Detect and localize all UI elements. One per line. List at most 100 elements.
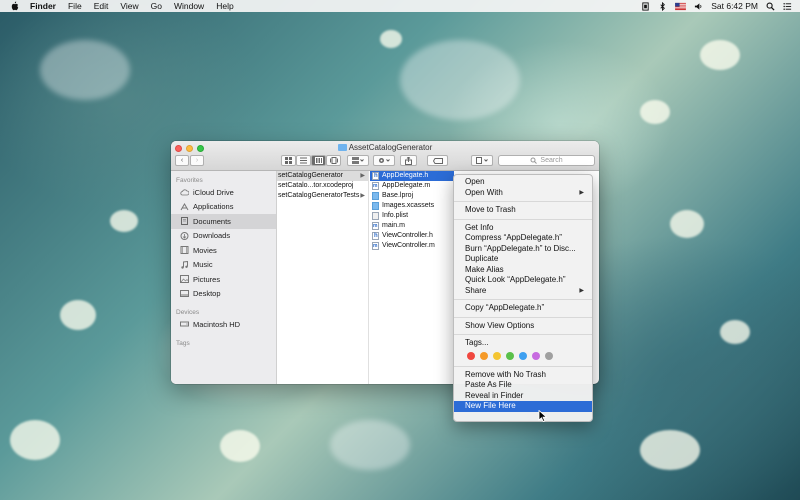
apple-icon[interactable]	[10, 1, 20, 11]
menu-item-share[interactable]: Share ▶	[454, 286, 592, 297]
menu-item-open[interactable]: Open	[454, 177, 592, 188]
tag-button[interactable]	[427, 155, 448, 166]
search-icon	[530, 157, 538, 164]
path-button[interactable]	[471, 155, 493, 166]
list-view-button[interactable]	[296, 155, 311, 166]
search-field[interactable]: Search	[498, 155, 595, 166]
tag-green[interactable]	[506, 351, 514, 360]
sidebar-item-applications[interactable]: Applications	[171, 200, 276, 215]
clock[interactable]: Sat 6:42 PM	[711, 1, 758, 11]
sidebar-item-documents[interactable]: Documents	[171, 214, 276, 229]
plist-file-icon	[372, 212, 379, 220]
tag-purple[interactable]	[532, 351, 540, 360]
header-file-icon	[372, 231, 379, 241]
documents-icon	[181, 217, 188, 226]
submenu-arrow-icon: ▶	[579, 287, 584, 294]
column-view-icon	[314, 157, 323, 164]
list-item[interactable]: AppDelegate.h	[370, 171, 454, 181]
sidebar-item-downloads[interactable]: Downloads	[171, 229, 276, 244]
tag-gray[interactable]	[545, 351, 553, 360]
menu-view[interactable]: View	[120, 1, 138, 11]
menu-go[interactable]: Go	[151, 1, 162, 11]
battery-status-icon[interactable]	[641, 1, 650, 11]
menu-window[interactable]: Window	[174, 1, 204, 11]
menu-item-remove-no-trash[interactable]: Remove with No Trash	[454, 370, 592, 381]
browser-column-1: setCatalogGenerator ▶ setCatalo...tor.xco…	[277, 171, 369, 384]
cover-flow-button[interactable]	[326, 155, 341, 166]
source-file-icon	[372, 181, 379, 191]
sidebar-item-movies[interactable]: Movies	[171, 243, 276, 258]
back-button[interactable]: ‹	[175, 155, 189, 166]
menu-item-copy[interactable]: Copy “AppDelegate.h”	[454, 303, 592, 314]
menu-item-tags[interactable]: Tags...	[454, 338, 592, 349]
sidebar-item-macintosh-hd[interactable]: Macintosh HD	[171, 317, 276, 332]
menu-finder[interactable]: Finder	[30, 1, 56, 11]
list-item[interactable]: Base.lproj	[370, 191, 454, 201]
menu-separator	[454, 201, 592, 202]
share-icon	[405, 156, 412, 165]
title-bar[interactable]: AssetCatalogGenerator ‹ › Search	[171, 141, 599, 171]
menu-separator	[454, 365, 592, 367]
list-item[interactable]: main.m	[370, 221, 454, 231]
desktop-icon	[180, 289, 189, 297]
sidebar-header-tags: Tags	[176, 339, 190, 347]
list-item[interactable]: setCatalogGeneratorTests ▶	[277, 191, 368, 201]
arrange-button[interactable]	[347, 155, 369, 166]
forward-button[interactable]: ›	[190, 155, 204, 166]
list-item[interactable]: ViewController.h	[370, 231, 454, 241]
flag-icon[interactable]	[675, 2, 687, 11]
list-item[interactable]: setCatalogGenerator ▶	[277, 171, 368, 181]
menu-separator	[454, 334, 592, 335]
action-button[interactable]	[373, 155, 395, 166]
list-item[interactable]: Images.xcassets	[370, 201, 454, 211]
tag-orange[interactable]	[480, 351, 488, 360]
list-item[interactable]: ViewController.m	[370, 241, 454, 251]
spotlight-search-icon[interactable]	[766, 2, 775, 11]
share-button[interactable]	[400, 155, 417, 166]
list-item[interactable]: AppDelegate.m	[370, 181, 454, 191]
list-item[interactable]: Info.plist	[370, 211, 454, 221]
cloud-icon	[180, 189, 189, 196]
disclosure-arrow-icon: ▶	[360, 193, 365, 199]
menu-item-paste-as-file[interactable]: Paste As File	[454, 380, 592, 391]
source-file-icon	[372, 221, 379, 231]
hard-drive-icon	[180, 321, 189, 327]
menu-item-new-file-here[interactable]: New File Here	[454, 401, 592, 412]
icon-view-icon	[285, 157, 292, 164]
list-item[interactable]: setCatalo...tor.xcodeproj	[277, 181, 368, 191]
tag-red[interactable]	[467, 351, 475, 360]
menu-item-make-alias[interactable]: Make Alias	[454, 265, 592, 276]
sidebar-item-pictures[interactable]: Pictures	[171, 272, 276, 287]
submenu-arrow-icon: ▶	[579, 189, 584, 196]
tag-blue[interactable]	[519, 351, 527, 360]
menu-item-duplicate[interactable]: Duplicate	[454, 254, 592, 265]
cover-flow-icon	[329, 157, 338, 164]
sidebar-header-favorites: Favorites	[176, 177, 203, 184]
menu-item-get-info[interactable]: Get Info	[454, 223, 592, 234]
menu-item-compress[interactable]: Compress “AppDelegate.h”	[454, 233, 592, 244]
folder-icon	[337, 144, 347, 151]
bluetooth-icon[interactable]	[658, 1, 667, 11]
menu-item-open-with[interactable]: Open With ▶	[454, 188, 592, 199]
menu-file[interactable]: File	[68, 1, 82, 11]
menu-item-quick-look[interactable]: Quick Look “AppDelegate.h”	[454, 275, 592, 286]
sidebar-item-icloud-drive[interactable]: iCloud Drive	[171, 185, 276, 200]
menu-item-reveal-in-finder[interactable]: Reveal in Finder	[454, 391, 592, 402]
document-icon	[476, 157, 488, 164]
notification-center-icon[interactable]	[783, 2, 792, 11]
sidebar-item-music[interactable]: Music	[171, 258, 276, 273]
music-icon	[181, 260, 188, 269]
column-view-button[interactable]	[311, 155, 326, 166]
menu-item-show-view-options[interactable]: Show View Options	[454, 321, 592, 332]
menu-item-burn[interactable]: Burn “AppDelegate.h” to Disc...	[454, 244, 592, 255]
icon-view-button[interactable]	[281, 155, 296, 166]
sidebar-item-desktop[interactable]: Desktop	[171, 287, 276, 302]
menu-edit[interactable]: Edit	[94, 1, 109, 11]
disclosure-arrow-icon: ▶	[360, 173, 365, 179]
folder-icon	[372, 202, 379, 210]
source-file-icon	[372, 241, 379, 251]
volume-icon[interactable]	[694, 2, 703, 11]
tag-yellow[interactable]	[493, 351, 501, 360]
menu-help[interactable]: Help	[216, 1, 233, 11]
menu-item-move-to-trash[interactable]: Move to Trash	[454, 205, 592, 216]
